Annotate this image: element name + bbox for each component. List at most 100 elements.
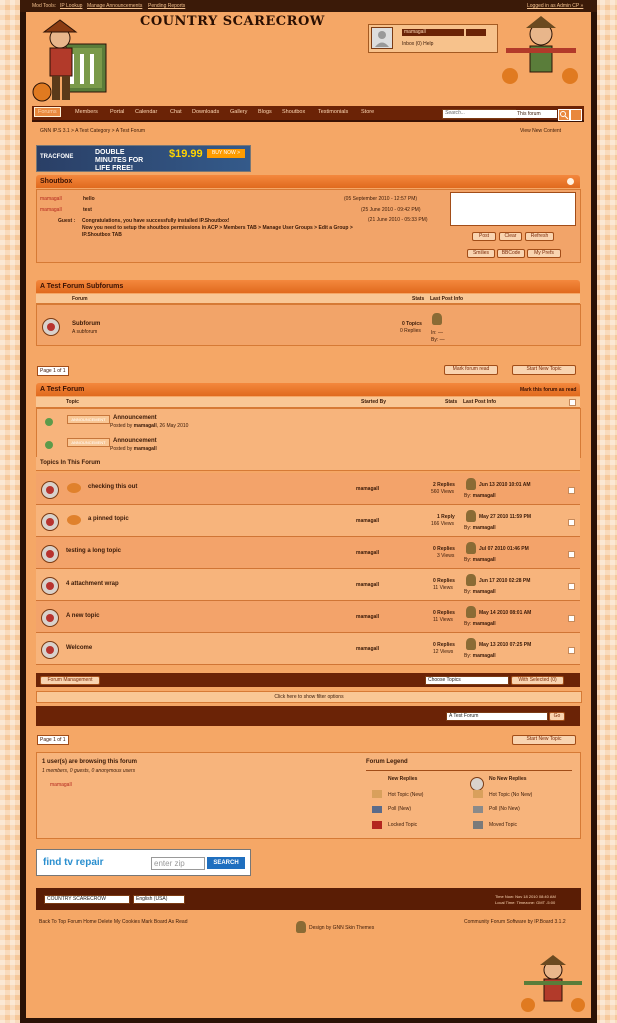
nav-tab-testimonials[interactable]: Testimonials [318, 109, 348, 115]
forum-jump-select[interactable]: A Test Forum [446, 712, 548, 721]
site-title[interactable]: COUNTRY SCARECROW [140, 14, 325, 29]
topic-checkbox[interactable] [568, 551, 575, 558]
topic-starter[interactable]: mamagall [356, 486, 379, 492]
choose-topics-select[interactable]: Choose Topics [425, 676, 509, 685]
skin-select[interactable]: COUNTRY SCARECROW [44, 895, 130, 904]
last-poster-avatar[interactable] [466, 606, 476, 618]
last-poster-avatar[interactable] [466, 478, 476, 490]
last-poster-avatar[interactable] [466, 510, 476, 522]
nav-tab-blogs[interactable]: Blogs [258, 109, 272, 115]
bbcode-button[interactable]: BBCode [497, 249, 525, 258]
ad-zip-input[interactable]: enter zip [151, 857, 205, 870]
topic-title[interactable]: a pinned topic [88, 516, 129, 522]
pagination[interactable]: Page 1 of 1 [37, 735, 69, 745]
topic-starter[interactable]: mamagall [356, 614, 379, 620]
last-post-date[interactable]: May 14 2010 08:01 AM [479, 610, 531, 616]
last-post-date[interactable]: May 27 2010 11:59 PM [479, 514, 531, 520]
go-button[interactable]: Go [549, 712, 565, 721]
shout-textarea[interactable] [450, 192, 576, 226]
refresh-button[interactable]: Refresh [525, 232, 554, 241]
topic-row[interactable] [36, 633, 580, 665]
last-post-date[interactable]: Jun 13 2010 10:01 AM [479, 482, 531, 488]
ad-search-button[interactable]: SEARCH [207, 857, 245, 869]
topic-title[interactable]: Welcome [66, 645, 92, 651]
last-poster-avatar[interactable] [466, 542, 476, 554]
manage-announcements-link[interactable]: Manage Announcements [87, 3, 142, 9]
search-input[interactable]: Search... [442, 109, 516, 119]
user-menu-dropdown[interactable]: mamagall [402, 29, 464, 36]
topic-row[interactable] [36, 601, 580, 633]
nav-tab-shoutbox[interactable]: Shoutbox [282, 109, 305, 115]
avatar[interactable] [371, 27, 393, 49]
collapse-icon[interactable] [567, 178, 574, 185]
with-selected-button[interactable]: With Selected (0) [511, 676, 564, 685]
clear-button[interactable]: Clear [499, 232, 522, 241]
start-new-topic-button[interactable]: Start New Topic [512, 735, 576, 745]
nav-tab-members[interactable]: Members [75, 109, 98, 115]
topic-checkbox[interactable] [568, 583, 575, 590]
topic-title[interactable]: testing a long topic [66, 548, 121, 554]
topic-views: 3 Views [437, 553, 455, 559]
nav-tab-chat[interactable]: Chat [170, 109, 182, 115]
ad-buy-now-button[interactable]: BUY NOW > [207, 149, 245, 158]
topic-checkbox[interactable] [568, 487, 575, 494]
topic-checkbox[interactable] [568, 647, 575, 654]
topic-starter[interactable]: mamagall [356, 550, 379, 556]
nav-tab-gallery[interactable]: Gallery [230, 109, 247, 115]
smilies-button[interactable]: Smilies [467, 249, 495, 258]
announcement-title[interactable]: Announcement [113, 415, 157, 421]
mark-this-forum-read-link[interactable]: Mark this forum as read [520, 387, 576, 393]
shout-user[interactable]: mamagall [40, 207, 62, 213]
user-menu-arrows[interactable] [466, 29, 486, 36]
topic-starter[interactable]: mamagall [356, 646, 379, 652]
active-user-link[interactable]: mamagall [50, 782, 72, 788]
last-poster-avatar[interactable] [432, 313, 442, 325]
pagination[interactable]: Page 1 of 1 [37, 366, 69, 376]
subforum-name[interactable]: Subforum [72, 321, 100, 327]
nav-tab-downloads[interactable]: Downloads [192, 109, 219, 115]
last-post-date[interactable]: Jul 07 2010 01:46 PM [479, 546, 529, 552]
topic-starter[interactable]: mamagall [356, 518, 379, 524]
powered-by[interactable]: Community Forum Software by IP.Board 3.1… [464, 919, 566, 925]
footer-links[interactable]: Back To Top Forum Home Delete My Cookies… [39, 919, 188, 925]
select-all-checkbox[interactable] [569, 399, 576, 406]
column-forum: Forum [72, 296, 88, 302]
post-shout-button[interactable]: Post [472, 232, 496, 241]
topic-title[interactable]: 4 attachment wrap [66, 581, 119, 587]
my-prefs-button[interactable]: My Prefs [527, 249, 561, 258]
ip-lookup-link[interactable]: IP Lookup [60, 3, 82, 9]
tv-repair-ad-banner[interactable]: find tv repair enter zip SEARCH [36, 849, 251, 876]
user-links[interactable]: Inbox (0) Help [402, 41, 433, 47]
subforums-column-headers: Forum Stats Last Post Info [36, 294, 580, 304]
topic-checkbox[interactable] [568, 519, 575, 526]
nav-tab-forums[interactable]: Forums [34, 107, 61, 117]
tracfone-ad-banner[interactable]: TRACFONE DOUBLE MINUTES FOR LIFE FREE! $… [36, 145, 251, 172]
search-icon[interactable] [558, 109, 570, 121]
announcement-title[interactable]: Announcement [113, 438, 157, 444]
breadcrumb[interactable]: GNN IP.S 3.1 > A Test Category > A Test … [40, 128, 145, 134]
last-poster-avatar[interactable] [466, 638, 476, 650]
topic-title[interactable]: A new topic [66, 613, 99, 619]
nav-tab-calendar[interactable]: Calendar [135, 109, 157, 115]
mark-forum-read-button[interactable]: Mark forum read [444, 365, 498, 375]
last-post-date[interactable]: Jun 17 2010 02:28 PM [479, 578, 530, 584]
filter-options-toggle[interactable]: Click here to show filter options [36, 691, 582, 703]
design-credit[interactable]: Design by GNN Skin Themes [309, 925, 374, 931]
nav-tab-portal[interactable]: Portal [110, 109, 124, 115]
scarecrow-decoration-icon [496, 14, 586, 90]
language-select[interactable]: English (USA) [133, 895, 185, 904]
topic-title[interactable]: checking this out [88, 484, 137, 490]
search-scope-select[interactable]: This forum [515, 110, 557, 118]
topic-checkbox[interactable] [568, 615, 575, 622]
last-poster-avatar[interactable] [466, 574, 476, 586]
pending-reports-link[interactable]: Pending Reports [148, 3, 185, 9]
nav-tab-store[interactable]: Store [361, 109, 374, 115]
last-post-date[interactable]: May 13 2010 07:25 PM [479, 642, 531, 648]
view-new-content-link[interactable]: View New Content [520, 128, 561, 134]
advanced-search-icon[interactable] [570, 109, 582, 121]
shout-user[interactable]: mamagall [40, 196, 62, 202]
admin-cp-link[interactable]: Logged in as Admin CP » [527, 3, 583, 9]
forum-management-button[interactable]: Forum Management [40, 676, 100, 685]
start-new-topic-button[interactable]: Start New Topic [512, 365, 576, 375]
topic-starter[interactable]: mamagall [356, 582, 379, 588]
